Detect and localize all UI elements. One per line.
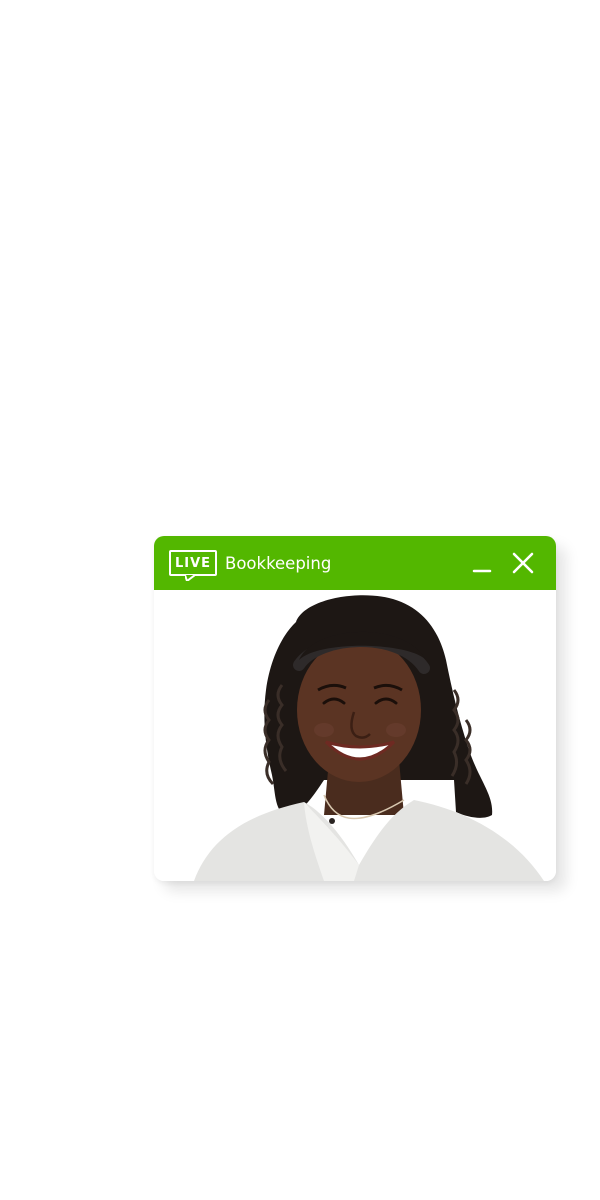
close-button[interactable] (510, 550, 536, 576)
page: LIVE Bookkeeping (0, 0, 600, 1200)
live-badge-label: LIVE (174, 555, 212, 571)
speech-tail-icon (185, 575, 195, 581)
live-bookkeeping-widget: LIVE Bookkeeping (154, 536, 556, 881)
bookkeeper-portrait-image (194, 595, 544, 881)
minimize-button[interactable] (470, 550, 496, 576)
minimize-icon (472, 569, 492, 573)
widget-header: LIVE Bookkeeping (154, 536, 556, 590)
widget-title: Bookkeeping (225, 553, 332, 573)
close-icon (512, 552, 534, 574)
live-badge: LIVE (169, 550, 217, 581)
bookkeeper-photo (154, 590, 556, 881)
